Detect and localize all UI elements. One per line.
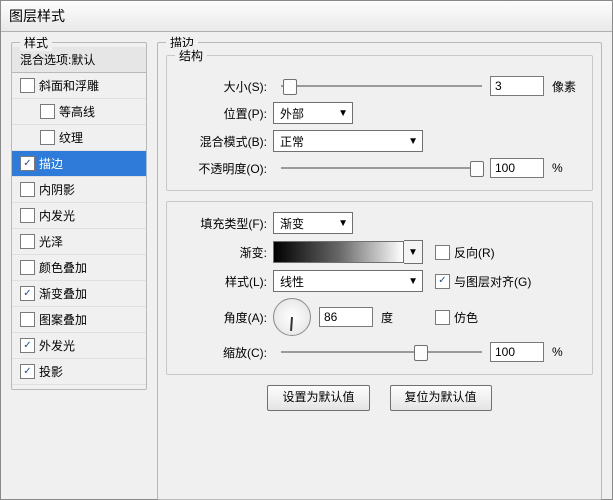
style-combo[interactable]: 线性 ▼: [273, 270, 423, 292]
reset-default-button[interactable]: 复位为默认值: [390, 385, 492, 411]
fill-group: 填充类型(F): 渐变 ▼ 渐变: ▼: [166, 201, 593, 375]
blendmode-label: 混合模式(B):: [177, 133, 273, 150]
style-value: 线性: [280, 273, 304, 290]
checkbox-icon: [20, 260, 35, 275]
chevron-down-icon: ▼: [408, 276, 418, 287]
make-default-button[interactable]: 设置为默认值: [267, 385, 369, 411]
style-item[interactable]: 纹理: [12, 125, 146, 151]
opacity-unit: %: [552, 161, 582, 175]
scale-input[interactable]: 100: [490, 342, 544, 362]
styles-panel: 样式 混合选项:默认 斜面和浮雕等高线纹理描边内阴影内发光光泽颜色叠加渐变叠加图…: [11, 42, 147, 390]
style-item-label: 颜色叠加: [39, 259, 87, 276]
style-item[interactable]: 投影: [12, 359, 146, 385]
filltype-combo[interactable]: 渐变 ▼: [273, 212, 353, 234]
scale-slider[interactable]: [281, 343, 482, 361]
style-item[interactable]: 内发光: [12, 203, 146, 229]
style-item-label: 纹理: [59, 129, 83, 146]
style-item-label: 内阴影: [39, 181, 75, 198]
scale-label: 缩放(C):: [177, 344, 273, 361]
style-item-label: 渐变叠加: [39, 285, 87, 302]
style-item-label: 光泽: [39, 233, 63, 250]
filltype-label: 填充类型(F):: [177, 215, 273, 232]
opacity-slider[interactable]: [281, 159, 482, 177]
scale-unit: %: [552, 345, 582, 359]
checkbox-icon: [20, 338, 35, 353]
style-item[interactable]: 光泽: [12, 229, 146, 255]
position-combo[interactable]: 外部 ▼: [273, 102, 353, 124]
style-item[interactable]: 外发光: [12, 333, 146, 359]
structure-group: 结构 大小(S): 3 像素 位置(P): 外部 ▼: [166, 55, 593, 191]
checkbox-icon: [20, 312, 35, 327]
checkbox-icon: [20, 182, 35, 197]
style-item[interactable]: 等高线: [12, 99, 146, 125]
size-unit: 像素: [552, 78, 582, 95]
checkbox-icon: [20, 78, 35, 93]
dither-checkbox[interactable]: 仿色: [435, 309, 478, 326]
checkbox-icon: [435, 274, 450, 289]
align-checkbox[interactable]: 与图层对齐(G): [435, 273, 531, 290]
gradient-preview[interactable]: [273, 241, 404, 263]
style-item-label: 投影: [39, 363, 63, 380]
align-label: 与图层对齐(G): [454, 273, 531, 290]
chevron-down-icon: ▼: [338, 108, 348, 119]
blendmode-value: 正常: [280, 133, 304, 150]
reverse-checkbox[interactable]: 反向(R): [435, 244, 495, 261]
style-item-label: 内发光: [39, 207, 75, 224]
position-label: 位置(P):: [177, 105, 273, 122]
style-label: 样式(L):: [177, 273, 273, 290]
reverse-label: 反向(R): [454, 244, 495, 261]
style-item[interactable]: 渐变叠加: [12, 281, 146, 307]
checkbox-icon: [435, 310, 450, 325]
style-item[interactable]: 图案叠加: [12, 307, 146, 333]
angle-dial[interactable]: [273, 298, 311, 336]
size-label: 大小(S):: [177, 78, 273, 95]
checkbox-icon: [20, 234, 35, 249]
filltype-value: 渐变: [280, 215, 304, 232]
size-input[interactable]: 3: [490, 76, 544, 96]
checkbox-icon: [20, 156, 35, 171]
style-item-label: 描边: [39, 155, 63, 172]
styles-heading: 样式: [20, 34, 52, 51]
style-item[interactable]: 描边: [12, 151, 146, 177]
style-item-label: 斜面和浮雕: [39, 77, 99, 94]
blend-options-label: 混合选项:默认: [20, 51, 95, 68]
style-item-label: 图案叠加: [39, 311, 87, 328]
chevron-down-icon: ▼: [408, 247, 418, 258]
style-item[interactable]: 内阴影: [12, 177, 146, 203]
size-slider[interactable]: [281, 77, 482, 95]
structure-legend: 结构: [175, 47, 207, 64]
gradient-picker-button[interactable]: ▼: [404, 240, 423, 264]
angle-unit: 度: [381, 309, 411, 326]
checkbox-icon: [40, 104, 55, 119]
checkbox-icon: [20, 364, 35, 379]
dither-label: 仿色: [454, 309, 478, 326]
gradient-label: 渐变:: [177, 244, 273, 261]
style-item-label: 等高线: [59, 103, 95, 120]
style-item[interactable]: 斜面和浮雕: [12, 73, 146, 99]
chevron-down-icon: ▼: [338, 218, 348, 229]
window-title: 图层样式: [1, 1, 612, 32]
checkbox-icon: [435, 245, 450, 260]
blendmode-combo[interactable]: 正常 ▼: [273, 130, 423, 152]
chevron-down-icon: ▼: [408, 136, 418, 147]
checkbox-icon: [20, 208, 35, 223]
opacity-label: 不透明度(O):: [177, 160, 273, 177]
style-item[interactable]: 颜色叠加: [12, 255, 146, 281]
checkbox-icon: [20, 286, 35, 301]
stroke-panel: 描边 结构 大小(S): 3 像素 位置(P): 外部 ▼: [157, 42, 602, 500]
position-value: 外部: [280, 105, 304, 122]
checkbox-icon: [40, 130, 55, 145]
style-item-label: 外发光: [39, 337, 75, 354]
angle-label: 角度(A):: [177, 309, 273, 326]
angle-input[interactable]: 86: [319, 307, 373, 327]
opacity-input[interactable]: 100: [490, 158, 544, 178]
